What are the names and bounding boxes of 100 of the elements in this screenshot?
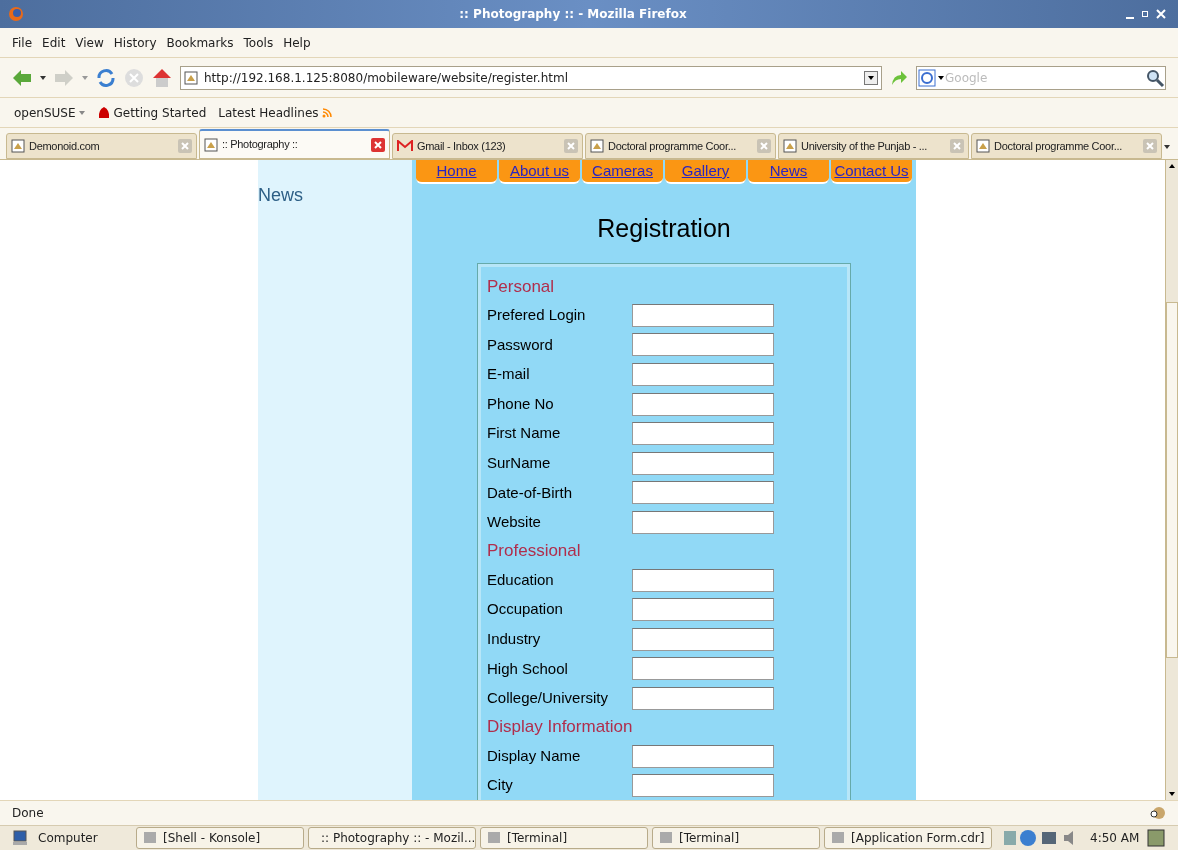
text-field[interactable] [632,481,774,505]
reload-icon[interactable] [96,67,116,88]
tab-title: University of the Punjab - ... [801,138,929,154]
text-field[interactable] [632,657,774,681]
menu-item[interactable]: Edit [42,33,66,52]
field-label: Date-of-Birth [487,482,574,503]
caret-icon[interactable] [40,75,46,80]
field-label: Display Name [487,745,582,766]
field-label: SurName [487,453,552,473]
window-icon [831,831,845,845]
desktop-icon[interactable] [1147,829,1166,847]
tab-title: Gmail - Inbox (123) [417,138,507,154]
text-field[interactable] [632,627,774,651]
page-title: Registration [597,213,731,244]
status-text: Done [12,805,44,822]
sidebar-heading: News [258,184,303,207]
field-label: Prefered Login [487,305,587,326]
nav-tab[interactable]: Gallery [665,160,746,184]
menu-item[interactable]: File [12,33,33,52]
url-text: http://192.168.1.125:8080/mobileware/website/register.html [204,69,569,87]
text-field[interactable] [632,598,774,622]
field-label: Occupation [487,599,564,620]
scroll-thumb[interactable] [1166,302,1178,658]
computer-icon[interactable] [12,830,28,846]
search-icon[interactable] [1145,67,1165,88]
rss-icon [321,107,332,118]
page-icon [11,139,25,153]
clock: 4:50 AM [1089,830,1141,847]
page-icon [184,70,198,85]
page-icon [976,139,990,153]
taskbar-button[interactable]: [Terminal] [480,827,648,849]
start-button[interactable]: Computer [32,829,132,847]
taskbar-button[interactable]: [Shell - Konsole] [136,827,304,849]
window-title: :: Photography :: - Mozilla Firefox [458,6,688,23]
text-field[interactable] [632,568,774,592]
text-field[interactable] [632,333,774,357]
close-icon[interactable] [371,137,385,152]
tab-title: Demonoid.com [29,138,101,154]
search-box[interactable]: Google [916,65,1166,90]
taskbar-button[interactable]: :: Photography :: - Mozil... [308,827,476,849]
browser-tab[interactable]: :: Photography :: [199,129,390,159]
nav-tab[interactable]: Cameras [582,160,663,184]
search-engine-icon[interactable] [917,68,945,87]
text-field[interactable] [632,686,774,710]
browser-tab[interactable]: University of the Punjab - ... [778,133,969,159]
window-icon [487,831,501,845]
text-field[interactable] [632,744,774,768]
text-field[interactable] [632,422,774,446]
window-icon [143,831,157,845]
text-field[interactable] [632,363,774,386]
bookmark-link[interactable]: openSUSE [14,103,76,122]
bookmark-link[interactable]: Latest Headlines [218,103,319,122]
taskbar-button[interactable]: [Application Form.cdr] [824,827,992,849]
maximize-icon[interactable] [1142,11,1148,17]
text-field[interactable] [632,510,774,534]
menu-item[interactable]: Tools [243,33,274,52]
tab-title: :: Photography :: [222,137,299,153]
text-field[interactable] [632,774,774,798]
tab-title: Doctoral programme Coor... [994,138,1123,154]
dropdown-icon[interactable] [864,70,878,85]
field-label: High School [487,658,569,679]
field-label: Education [487,569,555,590]
bookmark-link[interactable]: Getting Started [113,103,207,122]
caret-icon[interactable] [1164,145,1170,149]
search-field[interactable]: Google [945,68,1145,87]
window-icon [659,831,673,845]
field-label: Phone No [487,393,555,414]
menu-item[interactable]: History [113,33,157,52]
text-field[interactable] [632,451,774,475]
browser-tab[interactable]: Gmail - Inbox (123) [392,133,583,159]
close-icon[interactable] [1156,9,1166,19]
browser-tab[interactable]: Doctoral programme Coor... [971,133,1162,159]
nav-tab[interactable]: About us [499,160,580,184]
page-icon [783,139,797,153]
mail-icon [397,140,413,152]
nav-tab[interactable]: Contact Us [831,160,912,184]
section-heading: Professional [487,540,581,563]
field-label: Password [487,334,554,355]
field-label: E-mail [487,364,531,385]
scrollbar[interactable] [1165,160,1178,800]
browser-tab[interactable]: Doctoral programme Coor... [585,133,776,159]
browser-tab[interactable]: Demonoid.com [6,133,197,159]
menu-item[interactable]: Help [283,33,311,52]
home-icon[interactable] [152,67,172,88]
text-field[interactable] [632,303,774,327]
status-icon [1150,805,1166,821]
menu-item[interactable]: Bookmarks [166,33,234,52]
page-icon [204,137,218,152]
section-heading: Personal [487,275,555,298]
field-label: Industry [487,629,542,649]
text-field[interactable] [632,392,774,416]
field-label: City [487,775,514,796]
nav-tab[interactable]: News [748,160,829,184]
field-label: Website [487,512,542,533]
address-field[interactable]: http://192.168.1.125:8080/mobileware/website/register.html [180,65,882,90]
tab-title: Doctoral programme Coor... [608,138,737,154]
nav-tab[interactable]: Home [416,160,497,184]
back-arrow-icon[interactable] [12,68,32,87]
menu-item[interactable]: View [75,33,104,52]
taskbar-button[interactable]: [Terminal] [652,827,820,849]
